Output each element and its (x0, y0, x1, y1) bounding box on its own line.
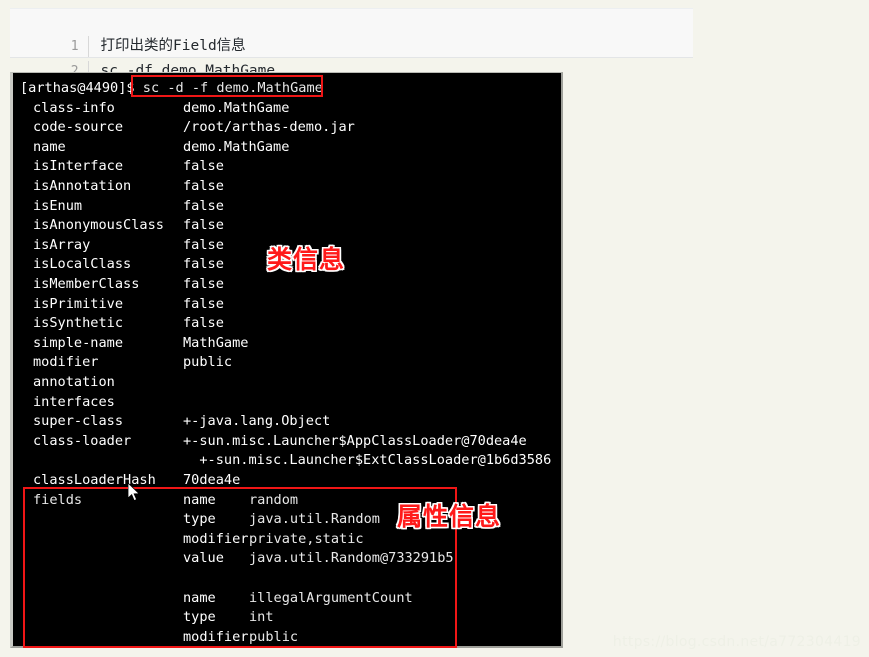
terminal-row-value: demo.MathGame (183, 99, 290, 116)
code-line: 2sc -df demo.MathGame (10, 34, 275, 82)
fields-label: fields (33, 491, 83, 508)
code-line: 1 打印出类的Field信息 (10, 9, 246, 57)
terminal-row-key: isArray (33, 236, 91, 253)
terminal-row-value: +-java.lang.Object (183, 413, 331, 430)
terminal-row: classLoaderHash 70dea4e (33, 471, 240, 491)
terminal-row-key: class-info (33, 99, 115, 116)
field-row: type int (183, 608, 274, 628)
terminal-row-key: interfaces (33, 393, 115, 410)
terminal-row: isEnum false (33, 197, 224, 217)
terminal-row: name demo.MathGame (33, 138, 289, 158)
terminal-row: isInterface false (33, 157, 224, 177)
field-row: modifierprivate,static (183, 530, 364, 550)
field-value: java.util.Random (249, 511, 380, 528)
terminal-row: simple-name MathGame (33, 334, 248, 354)
terminal-row: class-info demo.MathGame (33, 99, 289, 119)
terminal-row-value: false (183, 295, 224, 312)
terminal-row-value: false (183, 256, 224, 273)
terminal-output: [arthas@4490]$ sc -d -f demo.MathGame cla… (13, 73, 561, 646)
terminal-row: isLocalClass false (33, 255, 224, 275)
terminal-row-key: isAnnotation (33, 178, 132, 194)
field-value: illegalArgumentCount (249, 589, 413, 606)
terminal-row-key: isPrimitive (33, 295, 124, 312)
terminal-row-key: class-loader (33, 432, 132, 449)
terminal-row-value: +-sun.misc.Launcher$ExtClassLoader@1b6d3… (183, 452, 552, 469)
terminal-row: super-class +-java.lang.Object (33, 412, 330, 432)
terminal-row: isPrimitive false (33, 295, 224, 315)
field-key: value (183, 550, 224, 567)
field-key: type (183, 511, 216, 528)
shell-prompt: [arthas@4490]$ (20, 80, 143, 96)
field-key: name (183, 491, 216, 508)
field-key: modifier (183, 530, 249, 547)
terminal-row: isAnonymousClass false (33, 216, 224, 236)
terminal-row: isArray false (33, 236, 224, 256)
terminal-row: code-source/root/arthas-demo.jar (33, 118, 355, 138)
code-snippet-block: 1打印出类的Field信息 2sc -df demo.MathGame (10, 8, 693, 82)
terminal-row-value: 70dea4e (183, 472, 241, 488)
terminal-window[interactable]: [arthas@4490]$ sc -d -f demo.MathGame cla… (10, 72, 563, 648)
terminal-row-value: public (183, 354, 233, 371)
terminal-row-value: +-sun.misc.Launcher$AppClassLoader@70dea… (183, 432, 527, 449)
terminal-row-value: false (183, 315, 224, 332)
terminal-row-key: super-class (33, 413, 124, 430)
terminal-row-key: isEnum (33, 197, 83, 214)
terminal-row-key: code-source (33, 119, 124, 136)
field-value: int (249, 609, 274, 626)
terminal-row: annotation (33, 373, 183, 393)
field-key: modifier (183, 628, 249, 645)
terminal-row-key: classLoaderHash (33, 472, 156, 488)
watermark-text: https://blog.csdn.net/a772304419 (612, 634, 861, 650)
terminal-row-value: false (183, 178, 224, 194)
field-row: name illegalArgumentCount (183, 589, 413, 609)
terminal-row-value: false (183, 217, 224, 234)
field-key: type (183, 609, 216, 626)
terminal-row-key: modifier (33, 354, 99, 371)
terminal-row-value: false (183, 236, 224, 253)
terminal-row: isMemberClass false (33, 275, 224, 295)
terminal-row-key: annotation (33, 374, 115, 390)
terminal-row-value: false (183, 197, 224, 214)
terminal-row: interfaces (33, 393, 183, 413)
field-value: public (249, 628, 299, 645)
terminal-row-key: isSynthetic (33, 315, 124, 332)
terminal-row: isAnnotation false (33, 177, 224, 197)
field-value: java.util.Random@733291b5 (249, 550, 454, 567)
terminal-row-key: isLocalClass (33, 256, 132, 273)
terminal-row: +-sun.misc.Launcher$ExtClassLoader@1b6d3… (33, 451, 551, 471)
terminal-row-value: MathGame (183, 334, 249, 351)
terminal-row-value: false (183, 158, 224, 175)
field-row: value java.util.Random@733291b5 (183, 549, 454, 569)
terminal-row-key: simple-name (33, 334, 124, 351)
field-row: modifierpublic (183, 628, 299, 646)
entered-command: sc -d -f demo.MathGame (142, 80, 323, 96)
terminal-row-key: name (33, 138, 66, 155)
field-row: type java.util.Random (183, 510, 380, 530)
terminal-row: isSynthetic false (33, 314, 224, 334)
terminal-row-key: isAnonymousClass (33, 217, 164, 234)
field-row: name random (183, 491, 298, 511)
field-value: private,static (249, 530, 364, 547)
terminal-row-value: false (183, 276, 224, 292)
terminal-row-value: demo.MathGame (183, 138, 290, 155)
field-key: name (183, 589, 216, 606)
terminal-row-value: /root/arthas-demo.jar (183, 119, 355, 136)
terminal-row: class-loader +-sun.misc.Launcher$AppClass… (33, 432, 527, 452)
terminal-prompt-line: [arthas@4490]$ sc -d -f demo.MathGame (20, 79, 323, 99)
terminal-row-key: isMemberClass (33, 276, 140, 292)
terminal-row-key: isInterface (33, 158, 124, 175)
field-value: random (249, 491, 299, 508)
terminal-row: modifier public (33, 353, 232, 373)
